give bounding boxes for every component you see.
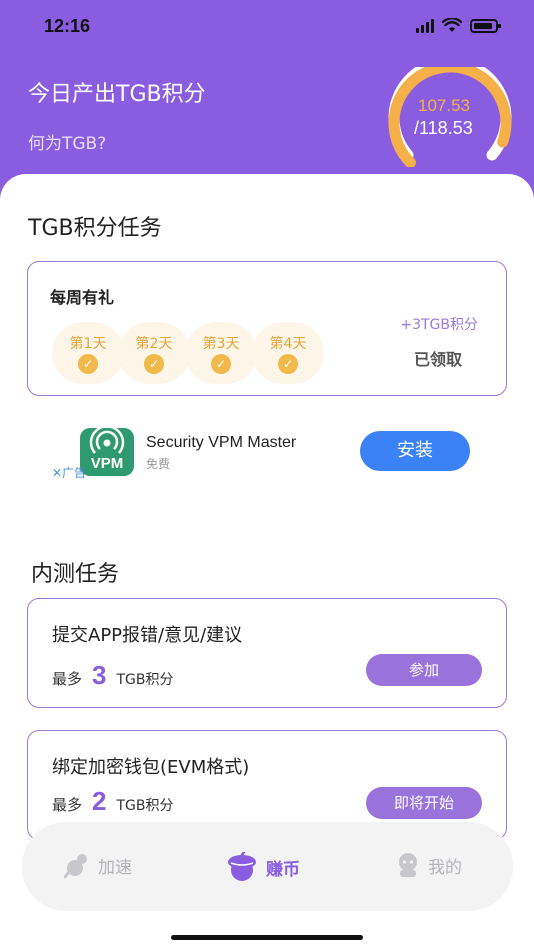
day-label: 第2天 xyxy=(135,336,173,352)
status-time: 12:16 xyxy=(44,16,91,36)
tab-label: 加速 xyxy=(98,857,132,878)
page-title: 今日产出TGB积分 xyxy=(28,82,206,107)
coming-soon-button[interactable]: 即将开始 xyxy=(366,787,482,819)
join-button[interactable]: 参加 xyxy=(366,654,482,686)
task-card-feedback: 提交APP报错/意见/建议 最多 3 TGB积分 参加 xyxy=(27,598,507,708)
tab-label: 我的 xyxy=(428,857,462,878)
status-icons xyxy=(416,18,501,33)
task-title: 提交APP报错/意见/建议 xyxy=(52,625,243,646)
wifi-icon xyxy=(442,18,462,32)
acorn-icon xyxy=(228,852,256,881)
day-label: 第3天 xyxy=(202,336,240,352)
task-reward-prefix: 最多 xyxy=(52,796,83,814)
what-is-tgb-link[interactable]: 何为TGB? xyxy=(28,129,106,154)
task-reward-prefix: 最多 xyxy=(52,670,83,688)
weekly-reward: +3TGB积分 xyxy=(400,317,478,333)
day-4-badge: 第4天 ✓ xyxy=(252,322,324,384)
install-button[interactable]: 安装 xyxy=(360,431,470,471)
tab-label: 赚币 xyxy=(266,859,300,880)
broadcast-icon xyxy=(89,428,125,454)
check-icon: ✓ xyxy=(78,354,98,374)
app-icon-text: VPM xyxy=(90,455,124,472)
task-reward: 最多 3 TGB积分 xyxy=(52,660,174,691)
weekly-gift-title: 每周有礼 xyxy=(50,288,115,307)
day-label: 第4天 xyxy=(269,336,307,352)
battery-icon xyxy=(470,18,501,33)
task-reward: 最多 2 TGB积分 xyxy=(52,786,174,817)
ad-banner[interactable]: VPM Security VPM Master 免费 ✕广告 安装 xyxy=(52,428,482,484)
day-label: 第1天 xyxy=(69,336,107,352)
day-3-badge: 第3天 ✓ xyxy=(185,322,257,384)
check-icon: ✓ xyxy=(278,354,298,374)
section-title-beta-tasks: 内测任务 xyxy=(31,562,120,587)
weekly-gift-card[interactable]: 每周有礼 第1天 ✓ 第2天 ✓ 第3天 ✓ 第4天 ✓ +3TGB积分 已领取 xyxy=(27,261,507,396)
day-2-badge: 第2天 ✓ xyxy=(118,322,190,384)
task-title: 绑定加密钱包(EVM格式) xyxy=(52,757,250,778)
check-icon: ✓ xyxy=(211,354,231,374)
ad-price: 免费 xyxy=(146,457,171,471)
task-reward-unit: TGB积分 xyxy=(116,672,174,688)
tab-earn[interactable]: 赚币 xyxy=(226,852,300,882)
app-icon: VPM xyxy=(80,428,134,476)
header: 12:16 今日产出TGB积分 何为TGB? 107.53 /118.53 xyxy=(0,0,534,200)
signal-icon xyxy=(416,18,434,33)
bottom-tab-bar: 加速 赚币 我的 xyxy=(22,822,513,911)
home-indicator xyxy=(171,935,363,940)
earnings-gauge xyxy=(388,67,512,167)
task-reward-unit: TGB积分 xyxy=(116,798,174,814)
day-1-badge: 第1天 ✓ xyxy=(52,322,124,384)
tab-speed[interactable]: 加速 xyxy=(64,852,132,878)
ad-close-mark[interactable]: ✕广告 xyxy=(52,464,86,481)
total-value: /118.53 xyxy=(414,118,473,138)
weekly-claimed-status: 已领取 xyxy=(413,350,462,369)
task-reward-amount: 2 xyxy=(92,786,107,816)
earned-value: 107.53 xyxy=(418,96,470,115)
check-icon: ✓ xyxy=(144,354,164,374)
status-bar: 12:16 xyxy=(0,0,534,56)
tab-mine[interactable]: 我的 xyxy=(396,852,462,878)
section-title-tgb-tasks: TGB积分任务 xyxy=(28,216,162,241)
task-reward-amount: 3 xyxy=(92,660,107,690)
ad-app-name: Security VPM Master xyxy=(146,434,297,451)
speed-icon xyxy=(64,854,87,878)
profile-icon xyxy=(399,853,417,877)
